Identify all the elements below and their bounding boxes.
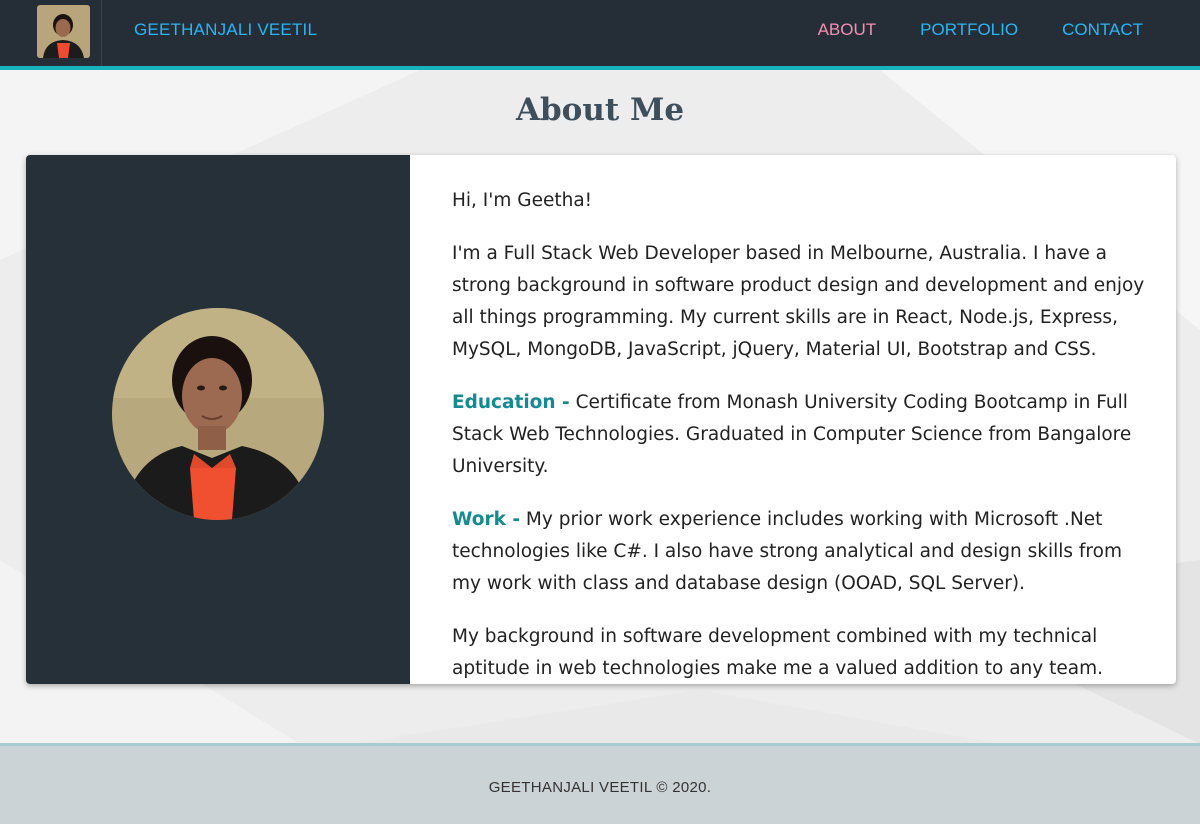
intro-paragraph: I'm a Full Stack Web Developer based in … — [452, 243, 1145, 360]
avatar[interactable] — [37, 5, 90, 58]
profile-photo — [112, 308, 324, 520]
work-label: Work - — [452, 509, 521, 530]
page-title: About Me — [515, 92, 685, 128]
brand-logo-box[interactable] — [0, 0, 102, 66]
brand-name-link[interactable]: GEETHANJALI VEETIL — [134, 20, 317, 40]
about-text: Hi, I'm Geetha! I'm a Full Stack Web Dev… — [452, 185, 1152, 684]
work-text: My prior work experience includes workin… — [452, 509, 1122, 594]
nav-link-portfolio[interactable]: PORTFOLIO — [920, 20, 1018, 40]
work-paragraph: Work - My prior work experience includes… — [452, 504, 1152, 600]
greeting: Hi, I'm Geetha! — [452, 190, 593, 211]
about-card: Hi, I'm Geetha! I'm a Full Stack Web Dev… — [26, 155, 1176, 684]
footer: GEETHANJALI VEETIL © 2020. — [0, 743, 1200, 824]
navbar: GEETHANJALI VEETIL ABOUT PORTFOLIO CONTA… — [0, 0, 1200, 70]
education-paragraph: Education - Certificate from Monash Univ… — [452, 387, 1152, 483]
education-label: Education - — [452, 392, 570, 413]
nav-link-about[interactable]: ABOUT — [818, 20, 877, 40]
nav-links: ABOUT PORTFOLIO CONTACT — [774, 20, 1143, 40]
profile-photo-panel — [26, 155, 410, 684]
footer-copyright: GEETHANJALI VEETIL © 2020. — [488, 779, 712, 796]
closing-paragraph: My background in software development co… — [452, 626, 1103, 679]
nav-link-contact[interactable]: CONTACT — [1062, 20, 1143, 40]
